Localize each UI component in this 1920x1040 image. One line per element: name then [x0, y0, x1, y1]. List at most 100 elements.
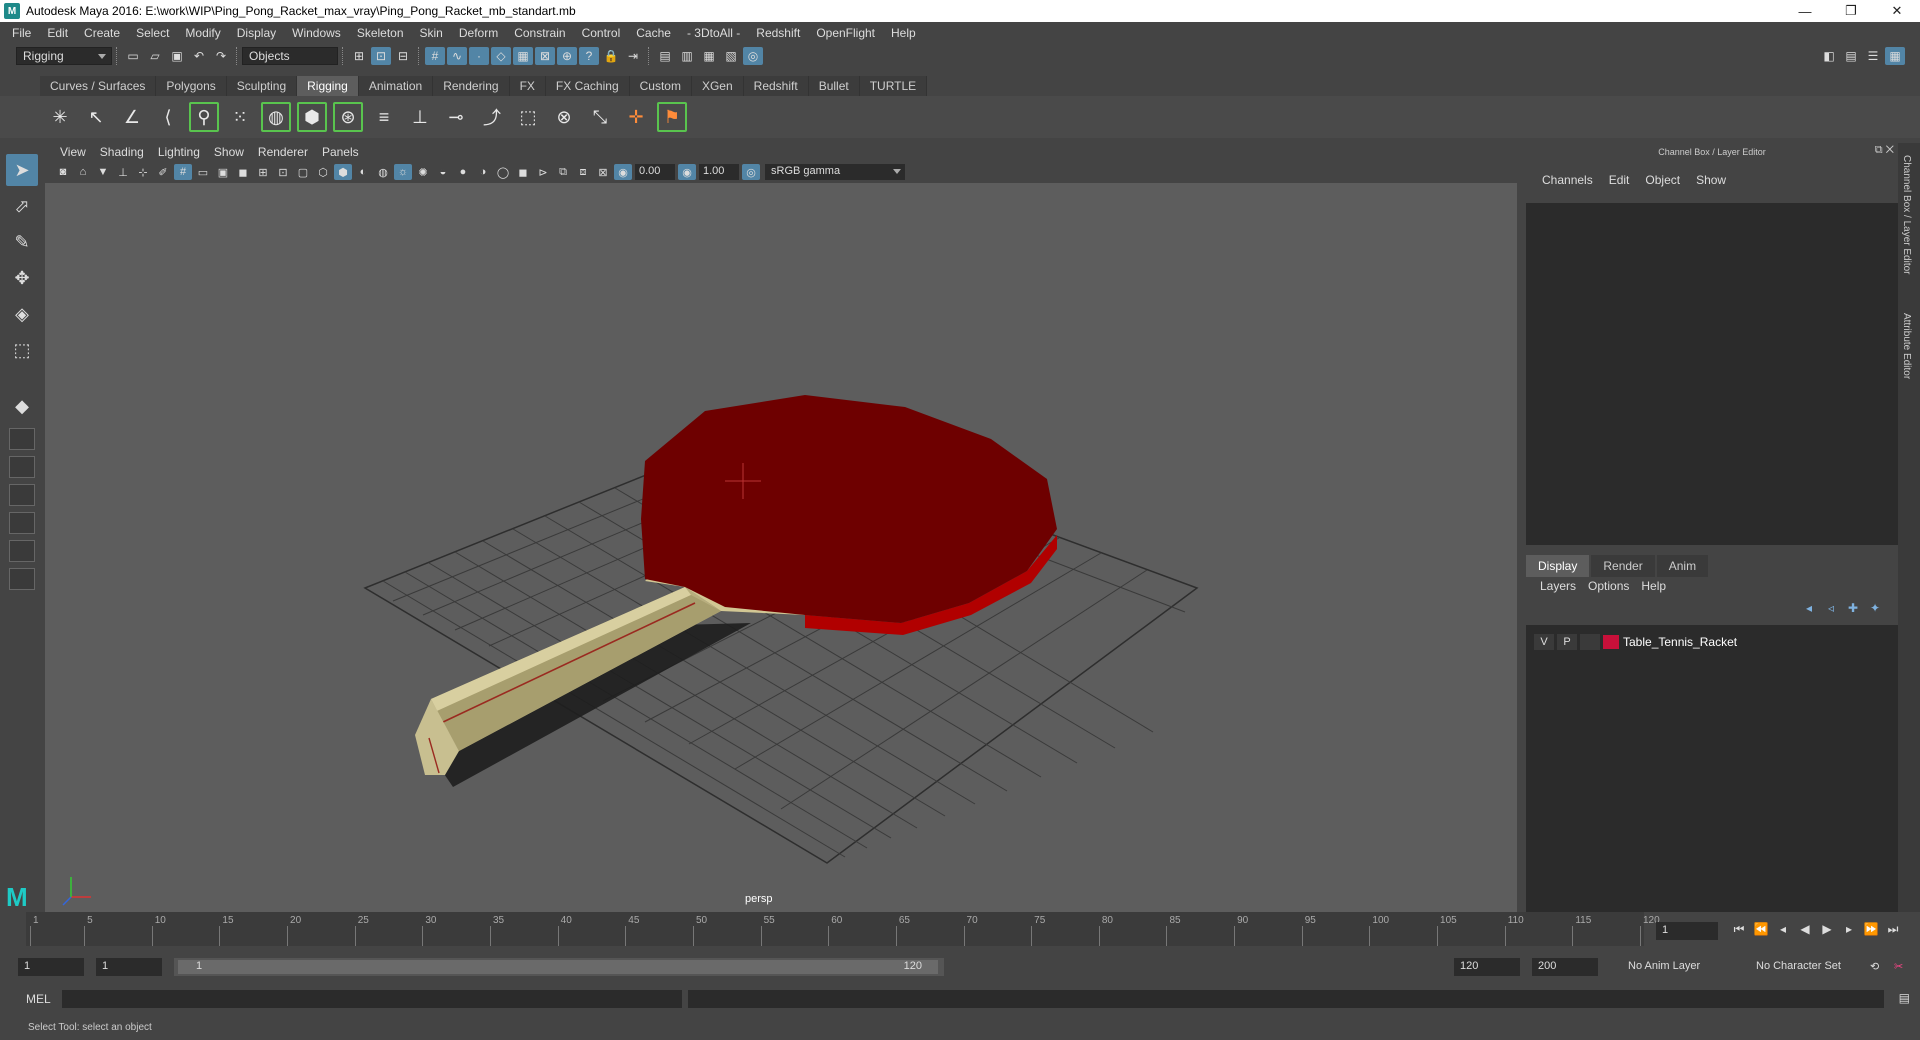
- step-forward-key-icon[interactable]: ⏩: [1860, 922, 1882, 940]
- select-object-icon[interactable]: ⊡: [371, 47, 391, 65]
- menu-help[interactable]: Help: [883, 26, 924, 40]
- scale-constraint-icon[interactable]: ⬚: [513, 102, 543, 132]
- menu-3dtoall[interactable]: - 3DtoAll -: [679, 26, 748, 40]
- shelf-tab-sculpting[interactable]: Sculpting: [226, 76, 298, 96]
- ipr-render-icon[interactable]: ▥: [677, 47, 697, 65]
- paint-select-tool-icon[interactable]: ✎: [6, 226, 38, 258]
- new-scene-icon[interactable]: ▭: [123, 47, 143, 65]
- shelf-tab-polygons[interactable]: Polygons: [156, 76, 227, 96]
- isolate-select-icon[interactable]: ⊳: [534, 164, 552, 180]
- menu-control[interactable]: Control: [574, 26, 629, 40]
- move-layer-down-icon[interactable]: ◃: [1820, 601, 1842, 617]
- viewport-menu-renderer[interactable]: Renderer: [251, 145, 315, 159]
- all-lights-icon[interactable]: ✺: [414, 164, 432, 180]
- ik-spline-icon[interactable]: ⟨: [153, 102, 183, 132]
- blend-shape-icon[interactable]: ≡: [369, 102, 399, 132]
- snap-point-icon[interactable]: ·: [469, 47, 489, 65]
- anim-preferences-icon[interactable]: ✂: [1888, 958, 1910, 976]
- motion-blur-icon[interactable]: ◑: [474, 164, 492, 180]
- persp-outliner-layout-icon[interactable]: [9, 456, 35, 478]
- close-button[interactable]: ✕: [1874, 0, 1920, 22]
- move-layer-up-icon[interactable]: ◂: [1798, 601, 1820, 617]
- persp-graph-layout-icon[interactable]: [9, 484, 35, 506]
- side-tab-attribute-editor[interactable]: Attribute Editor: [1901, 313, 1912, 379]
- select-tool-icon[interactable]: ➤: [6, 154, 38, 186]
- bind-skin-icon[interactable]: ⁙: [225, 102, 255, 132]
- undo-icon[interactable]: ↶: [189, 47, 209, 65]
- shelf-tab-redshift[interactable]: Redshift: [743, 76, 809, 96]
- current-frame-field[interactable]: 1: [1656, 922, 1718, 940]
- wireframe-icon[interactable]: ⬡: [314, 164, 332, 180]
- ambient-occlusion-icon[interactable]: ●: [454, 164, 472, 180]
- hypershade-icon[interactable]: ▧: [721, 47, 741, 65]
- gate-mask-icon[interactable]: ◼: [234, 164, 252, 180]
- image-plane-icon[interactable]: ⊥: [114, 164, 132, 180]
- tool-settings-toggle-icon[interactable]: ☰: [1863, 47, 1883, 65]
- scale-tool-icon[interactable]: ⬚: [6, 334, 38, 366]
- range-track[interactable]: 1 120: [174, 958, 944, 976]
- lasso-tool-icon[interactable]: ⬀: [6, 190, 38, 222]
- field-chart-icon[interactable]: ⊞: [254, 164, 272, 180]
- menu-file[interactable]: File: [4, 26, 39, 40]
- layer-menu-layers[interactable]: Layers: [1534, 579, 1582, 593]
- viewport-menu-show[interactable]: Show: [207, 145, 251, 159]
- viewport-menu-shading[interactable]: Shading: [93, 145, 151, 159]
- menu-select[interactable]: Select: [128, 26, 177, 40]
- grease-pencil-icon[interactable]: ✐: [154, 164, 172, 180]
- shelf-tab-curves-surfaces[interactable]: Curves / Surfaces: [40, 76, 157, 96]
- layer-tab-render[interactable]: Render: [1591, 555, 1655, 577]
- menuset-dropdown[interactable]: Rigging: [16, 47, 112, 65]
- menu-display[interactable]: Display: [229, 26, 284, 40]
- parent-constraint-icon[interactable]: ⊥: [405, 102, 435, 132]
- layer-tab-display[interactable]: Display: [1526, 555, 1590, 577]
- menu-constrain[interactable]: Constrain: [506, 26, 573, 40]
- shelf-tab-animation[interactable]: Animation: [358, 76, 434, 96]
- camera-select-icon[interactable]: ◙: [54, 164, 72, 180]
- outliner-layout-icon[interactable]: [9, 512, 35, 534]
- anim-start-field[interactable]: 1: [96, 958, 162, 976]
- layer-tab-anim[interactable]: Anim: [1656, 555, 1709, 577]
- xray-icon[interactable]: ⧉: [554, 164, 572, 180]
- menu-redshift[interactable]: Redshift: [748, 26, 808, 40]
- layer-type-toggle[interactable]: [1580, 634, 1600, 650]
- view-transform-dropdown[interactable]: sRGB gamma: [765, 164, 905, 180]
- redo-icon[interactable]: ↷: [211, 47, 231, 65]
- selection-mode-dropdown[interactable]: Objects: [242, 47, 338, 65]
- pole-vector-icon[interactable]: ⤡: [585, 102, 615, 132]
- point-constraint-icon[interactable]: ⊸: [441, 102, 471, 132]
- menu-deform[interactable]: Deform: [451, 26, 506, 40]
- menu-modify[interactable]: Modify: [177, 26, 228, 40]
- layer-row[interactable]: V P Table_Tennis_Racket: [1534, 633, 1737, 651]
- shelf-tab-rigging[interactable]: Rigging: [297, 76, 359, 96]
- play-backward-icon[interactable]: ◀: [1794, 922, 1816, 940]
- persp-hypershade-layout-icon[interactable]: [9, 540, 35, 562]
- layer-name[interactable]: Table_Tennis_Racket: [1623, 635, 1737, 649]
- channel-box-area[interactable]: [1526, 203, 1898, 545]
- select-hierarchy-icon[interactable]: ⊞: [349, 47, 369, 65]
- save-scene-icon[interactable]: ▣: [167, 47, 187, 65]
- viewport-3d-scene[interactable]: persp: [45, 183, 1517, 913]
- layer-playback-toggle[interactable]: P: [1557, 634, 1577, 650]
- shelf-tab-rendering[interactable]: Rendering: [433, 76, 510, 96]
- menu-skeleton[interactable]: Skeleton: [349, 26, 412, 40]
- snap-plane-icon[interactable]: ◇: [491, 47, 511, 65]
- channel-box-menu-object[interactable]: Object: [1637, 173, 1688, 187]
- viewport-menu-panels[interactable]: Panels: [315, 145, 366, 159]
- close-icon[interactable]: ⧉ ✕: [1875, 144, 1894, 157]
- step-forward-frame-icon[interactable]: ▸: [1838, 922, 1860, 940]
- color-management-icon[interactable]: ◎: [742, 164, 760, 180]
- textured-icon[interactable]: ◍: [374, 164, 392, 180]
- single-perspective-layout-icon[interactable]: ◆: [6, 390, 38, 422]
- grid-toggle-icon[interactable]: #: [174, 164, 192, 180]
- quick-rig-icon[interactable]: ⚲: [189, 102, 219, 132]
- depth-of-field-icon[interactable]: ◼: [514, 164, 532, 180]
- select-component-icon[interactable]: ⊟: [393, 47, 413, 65]
- script-editor-icon[interactable]: ▤: [1899, 991, 1910, 1005]
- wireframe-on-shaded-icon[interactable]: ◐: [354, 164, 372, 180]
- aim-constraint-icon[interactable]: ⊗: [549, 102, 579, 132]
- xray-joints-icon[interactable]: ⧈: [574, 164, 592, 180]
- character-set-dropdown[interactable]: No Character Set: [1750, 958, 1862, 976]
- maximize-button[interactable]: ❐: [1828, 0, 1874, 22]
- gamma-icon[interactable]: ◉: [678, 164, 696, 180]
- shelf-tab-custom[interactable]: Custom: [629, 76, 692, 96]
